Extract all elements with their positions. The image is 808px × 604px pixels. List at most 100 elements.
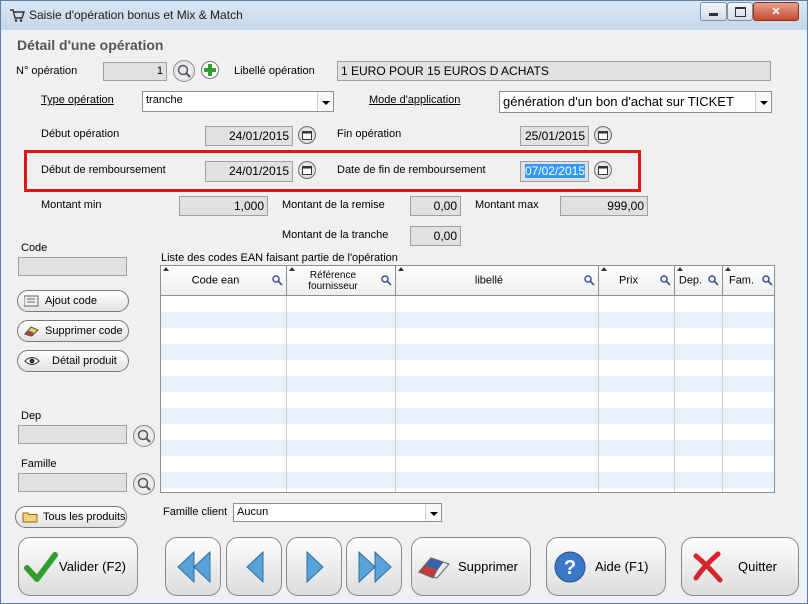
chevron-down-icon xyxy=(425,504,441,521)
table-row[interactable] xyxy=(161,328,774,344)
fin-operation-calendar-button[interactable] xyxy=(594,126,612,144)
sort-marker-icon xyxy=(398,267,404,271)
supprimer-code-button[interactable]: Supprimer code xyxy=(17,320,129,342)
mode-application-label: Mode d'application xyxy=(369,94,461,106)
table-row[interactable] xyxy=(161,376,774,392)
column-divider xyxy=(674,296,675,492)
table-row[interactable] xyxy=(161,440,774,456)
table-row[interactable] xyxy=(161,344,774,360)
section-title: Détail d'une opération xyxy=(17,37,164,53)
famille-client-value: Aucun xyxy=(237,506,269,518)
table-row[interactable] xyxy=(161,472,774,488)
eraser-icon xyxy=(418,557,450,579)
montant-max-field[interactable]: 999,00 xyxy=(560,196,648,216)
debut-operation-label: Début opération xyxy=(41,128,120,140)
column-header-reference[interactable]: Référence fournisseur xyxy=(287,266,396,296)
search-icon xyxy=(137,429,151,443)
table-row[interactable] xyxy=(161,360,774,376)
detail-produit-button[interactable]: Détail produit xyxy=(17,350,129,372)
mode-application-value: génération d'un bon d'achat sur TICKET xyxy=(503,94,734,109)
last-record-button[interactable] xyxy=(346,537,402,596)
column-divider xyxy=(395,296,396,492)
search-famille-button[interactable] xyxy=(133,473,155,495)
first-record-button[interactable] xyxy=(165,537,221,596)
ajout-code-label: Ajout code xyxy=(45,295,97,307)
table-row[interactable] xyxy=(161,312,774,328)
famille-client-select[interactable]: Aucun xyxy=(233,503,442,522)
dep-label: Dep xyxy=(21,410,42,422)
table-header: Code ean Référence fournisseur libellé P… xyxy=(161,266,774,296)
table-row[interactable] xyxy=(161,408,774,424)
next-record-button[interactable] xyxy=(286,537,342,596)
fin-operation-label: Fin opération xyxy=(337,128,402,140)
column-header-code-ean[interactable]: Code ean xyxy=(161,266,287,296)
folder-icon xyxy=(22,512,38,523)
no-operation-label: N° opération xyxy=(16,65,78,77)
calendar-icon xyxy=(598,131,608,140)
previous-record-button[interactable] xyxy=(226,537,282,596)
highlight-box xyxy=(24,150,641,192)
sort-marker-icon xyxy=(163,267,169,271)
sort-marker-icon xyxy=(601,267,607,271)
libelle-field[interactable]: 1 EURO POUR 15 EUROS D ACHATS xyxy=(337,61,771,81)
checkmark-icon xyxy=(24,552,58,582)
montant-remise-field[interactable]: 0,00 xyxy=(410,196,461,216)
title-bar: Saisie d'opération bonus et Mix & Match … xyxy=(1,1,807,30)
no-operation-field[interactable]: 1 xyxy=(103,62,167,81)
valider-button[interactable]: Valider (F2) xyxy=(18,537,138,596)
table-row[interactable] xyxy=(161,456,774,472)
mode-application-select[interactable]: génération d'un bon d'achat sur TICKET xyxy=(499,91,772,113)
plus-icon xyxy=(204,64,216,76)
montant-tranche-field[interactable]: 0,00 xyxy=(410,226,461,246)
eye-icon xyxy=(24,357,40,365)
search-icon xyxy=(137,477,151,491)
quitter-label: Quitter xyxy=(738,559,778,574)
supprimer-button[interactable]: Supprimer xyxy=(411,537,531,596)
table-row[interactable] xyxy=(161,392,774,408)
detail-produit-label: Détail produit xyxy=(52,355,117,367)
search-icon xyxy=(177,64,191,78)
search-operation-button[interactable] xyxy=(173,60,195,82)
supprimer-code-label: Supprimer code xyxy=(45,325,123,337)
sort-marker-icon xyxy=(725,267,731,271)
table-row[interactable] xyxy=(161,296,774,312)
montant-max-label: Montant max xyxy=(475,199,539,211)
famille-client-label: Famille client xyxy=(163,506,228,518)
search-key-icon xyxy=(381,275,392,286)
valider-label: Valider (F2) xyxy=(59,559,126,574)
montant-min-field[interactable]: 1,000 xyxy=(179,196,268,216)
ajout-code-button[interactable]: Ajout code xyxy=(17,290,129,312)
add-operation-button[interactable] xyxy=(201,61,219,79)
dep-field[interactable] xyxy=(18,425,127,444)
ean-codes-table[interactable]: Code ean Référence fournisseur libellé P… xyxy=(160,265,775,493)
tous-les-produits-label: Tous les produits xyxy=(43,511,126,523)
minimize-icon xyxy=(709,13,718,16)
debut-operation-calendar-button[interactable] xyxy=(298,126,316,144)
famille-field[interactable] xyxy=(18,473,127,492)
help-icon: ? xyxy=(554,551,586,583)
aide-button[interactable]: ? Aide (F1) xyxy=(546,537,666,596)
quitter-button[interactable]: Quitter xyxy=(681,537,799,596)
maximize-button[interactable] xyxy=(727,2,753,21)
column-header-libelle[interactable]: libellé xyxy=(396,266,599,296)
grid-caption: Liste des codes EAN faisant partie de l'… xyxy=(161,252,398,264)
arrow-right-icon xyxy=(306,550,324,584)
search-key-icon xyxy=(762,275,773,286)
close-window-button[interactable]: ✕ xyxy=(753,2,799,21)
type-operation-value: tranche xyxy=(146,94,183,106)
famille-label: Famille xyxy=(21,458,57,470)
column-header-dep[interactable]: Dep. xyxy=(675,266,723,296)
fin-operation-field[interactable]: 25/01/2015 xyxy=(520,126,589,146)
type-operation-select[interactable]: tranche xyxy=(142,91,334,112)
code-field[interactable] xyxy=(18,257,127,276)
tous-les-produits-button[interactable]: Tous les produits xyxy=(15,506,127,528)
debut-operation-field[interactable]: 24/01/2015 xyxy=(205,126,293,146)
search-dep-button[interactable] xyxy=(133,425,155,447)
minimize-button[interactable] xyxy=(700,2,727,21)
column-header-fam[interactable]: Fam. xyxy=(723,266,774,296)
libelle-label: Libellé opération xyxy=(234,65,315,77)
double-arrow-left-icon xyxy=(177,550,211,584)
column-header-prix[interactable]: Prix xyxy=(599,266,675,296)
close-icon: ✕ xyxy=(771,6,781,18)
table-row[interactable] xyxy=(161,424,774,440)
